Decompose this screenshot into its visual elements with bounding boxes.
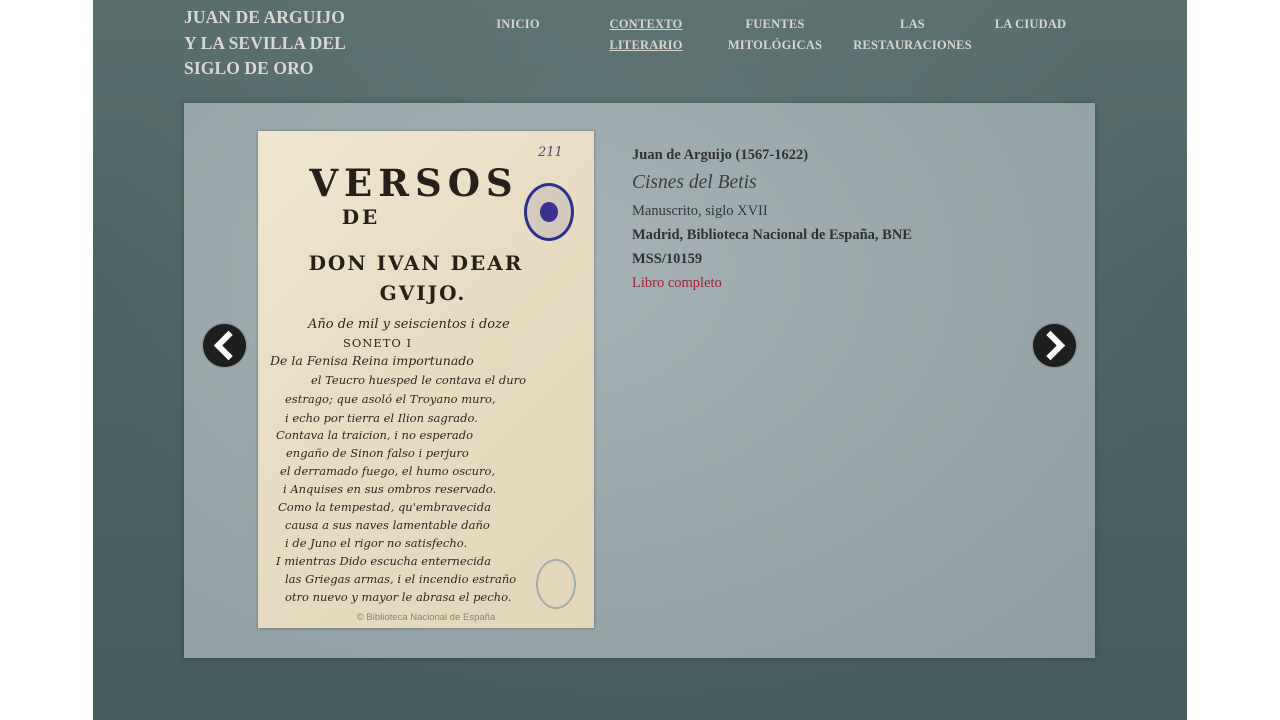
nav-item-label: FUENTES (745, 17, 805, 31)
library-stamp-faded (536, 559, 576, 609)
nav-item-contexto-literario[interactable]: CONTEXTO LITERARIO (601, 14, 691, 56)
site-title-line: JUAN DE ARGUIJO (184, 7, 345, 27)
page: JUAN DE ARGUIJO Y LA SEVILLA DEL SIGLO D… (93, 0, 1187, 720)
image-copyright: © Biblioteca Nacional de España (356, 612, 496, 623)
manuscript-text-line: el derramado fuego, el humo oscuro, (280, 464, 496, 478)
manuscript-text-line: i de Juno el rigor no satisfecho. (285, 536, 468, 550)
nav-item-label: LITERARIO (609, 38, 683, 52)
nav-item-inicio[interactable]: INICIO (488, 14, 548, 35)
manuscript-image: 211 VERSOS DE DON IVAN DEAR GVIJO. Año d… (258, 131, 594, 628)
item-work-title: Cisnes del Betis (632, 172, 757, 193)
site-title-line: SIGLO DE ORO (184, 58, 314, 78)
item-shelfmark: MSS/10159 (632, 251, 703, 267)
manuscript-text-line: las Griegas armas, i el incendio estraño (285, 572, 517, 586)
manuscript-text-line: causa a sus naves lamentable daño (285, 518, 490, 532)
manuscript-text-line: I mientras Dido escucha enternecida (276, 554, 491, 568)
full-book-link[interactable]: Libro completo (632, 271, 962, 295)
manuscript-text-line: Contava la traicion, i no esperado (276, 428, 474, 442)
chevron-left-icon (213, 330, 233, 361)
manuscript-text-line: i Anquises en sus ombros reservado. (283, 482, 497, 496)
manuscript-text-line: el Teucro huesped le contava el duro (311, 373, 527, 387)
manuscript-title-line: VERSOS (309, 161, 519, 205)
manuscript-title-line: DE (341, 205, 381, 229)
previous-slide-button[interactable] (203, 324, 246, 367)
image-slider: 211 VERSOS DE DON IVAN DEAR GVIJO. Año d… (184, 103, 1095, 658)
manuscript-text-line: De la Fenisa Reina importunado (270, 353, 474, 368)
nav-item-label: CONTEXTO (609, 17, 683, 31)
nav-item-fuentes-mitologicas[interactable]: FUENTES MITOLÓGICAS (720, 14, 830, 56)
manuscript-folio-mark: 211 (538, 145, 563, 160)
manuscript-text-line: estrago; que asoló el Troyano muro, (285, 392, 496, 406)
site-title-line: Y LA SEVILLA DEL (184, 32, 346, 53)
nav-item-label: RESTAURACIONES (853, 38, 972, 52)
nav-item-label: MITOLÓGICAS (727, 38, 823, 52)
nav-item-las-restauraciones[interactable]: LAS RESTAURACIONES (845, 14, 980, 56)
chevron-right-icon (1046, 330, 1066, 361)
manuscript-text-line: SONETO I (343, 336, 413, 350)
nav-item-label: LAS (900, 17, 925, 31)
site-title[interactable]: JUAN DE ARGUIJO Y LA SEVILLA DEL SIGLO D… (184, 5, 384, 82)
manuscript-text-line: Año de mil y seiscientos i doze (308, 317, 510, 332)
nav-item-label: INICIO (496, 17, 540, 31)
item-author: Juan de Arguijo (1567-1622) (632, 147, 809, 163)
nav-item-la-ciudad[interactable]: LA CIUDAD (988, 14, 1073, 35)
item-location: Madrid, Biblioteca Nacional de España, B… (632, 227, 912, 243)
next-slide-button[interactable] (1033, 324, 1076, 367)
item-type: Manuscrito, siglo XVII (632, 203, 768, 219)
manuscript-text-line: otro nuevo y mayor le abrasa el pecho. (285, 590, 512, 604)
manuscript-title-line: GVIJO. (379, 281, 467, 305)
manuscript-text-line: i echo por tierra el Ilion sagrado. (285, 411, 478, 425)
manuscript-text-line: Como la tempestad, qu'embravecida (278, 500, 491, 514)
manuscript-text-line: engaño de Sinon falso i perjuro (286, 446, 469, 460)
item-info: Juan de Arguijo (1567-1622) Cisnes del B… (632, 143, 962, 295)
manuscript-title-line: DON IVAN DEAR (308, 251, 524, 275)
nav-item-label: LA CIUDAD (994, 17, 1067, 31)
